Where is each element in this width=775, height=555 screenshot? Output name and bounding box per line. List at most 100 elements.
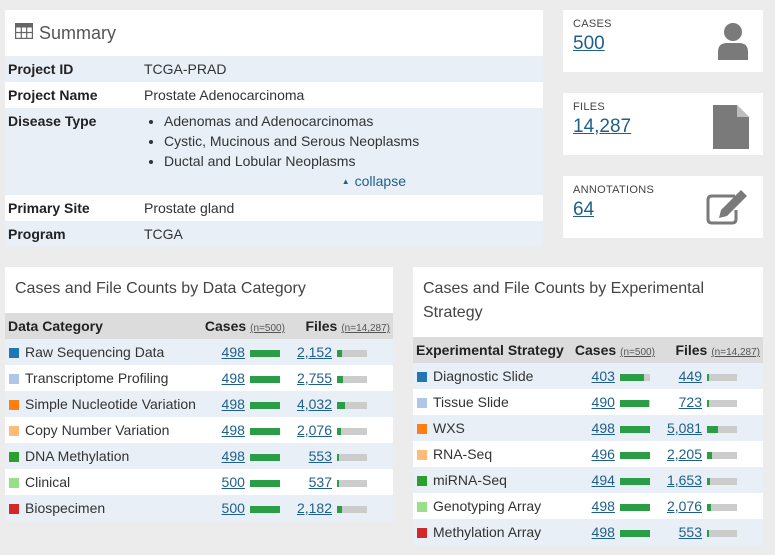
col-cases[interactable]: Cases (n=500)	[567, 337, 660, 363]
files-link[interactable]: 449	[679, 368, 702, 384]
files-bar-cell	[337, 417, 393, 443]
cases-bar-cell	[619, 467, 660, 493]
cases-bar-cell	[249, 391, 290, 417]
files-bar	[337, 427, 367, 435]
table-row: WXS 498 5,081	[413, 415, 763, 441]
data-category-table: Data Category Cases (n=500) Files (n=14,28…	[5, 313, 393, 521]
color-swatch	[417, 450, 427, 460]
edit-icon	[705, 188, 749, 231]
cases-bar-fill	[619, 425, 650, 433]
cases-bar-cell	[249, 365, 290, 391]
color-swatch	[9, 400, 19, 410]
cases-link[interactable]: 494	[592, 472, 615, 488]
cases-link[interactable]: 498	[222, 448, 245, 464]
row-label: Methylation Array	[433, 524, 542, 540]
files-link[interactable]: 2,076	[667, 498, 702, 514]
col-files[interactable]: Files (n=14,287)	[659, 337, 763, 363]
table-row: Clinical 500 537	[5, 469, 393, 495]
color-swatch	[417, 528, 427, 538]
color-swatch	[417, 372, 427, 382]
cases-bar-cell	[619, 441, 660, 467]
cases-link[interactable]: 498	[592, 420, 615, 436]
files-link[interactable]: 723	[679, 394, 702, 410]
files-bar	[707, 373, 737, 381]
color-swatch	[9, 452, 19, 462]
collapse-label: collapse	[354, 173, 406, 189]
cases-link[interactable]: 498	[222, 422, 245, 438]
col-data-category[interactable]: Data Category	[5, 313, 197, 339]
col-files[interactable]: Files (n=14,287)	[289, 313, 393, 339]
disease-type-list: Adenomas and Adenocarcinomas Cystic, Muc…	[144, 111, 540, 171]
summary-title: Summary	[39, 22, 117, 43]
annotations-count-link[interactable]: 64	[573, 199, 594, 221]
experimental-strategy-title: Cases and File Counts by Experimental St…	[423, 280, 705, 321]
primary-site-label: Primary Site	[8, 200, 90, 216]
color-swatch	[9, 426, 19, 436]
cases-cell: 496	[567, 441, 620, 467]
cases-link[interactable]: 498	[222, 370, 245, 386]
color-swatch	[9, 504, 19, 514]
files-bar-cell	[337, 495, 393, 521]
cases-cell: 498	[197, 339, 250, 365]
files-link[interactable]: 2,152	[297, 344, 332, 360]
table-row: Copy Number Variation 498 2,076	[5, 417, 393, 443]
files-bar-cell	[707, 415, 763, 441]
files-count-link[interactable]: 14,287	[573, 116, 631, 138]
files-link[interactable]: 4,032	[297, 396, 332, 412]
files-link[interactable]: 537	[309, 474, 332, 490]
color-swatch	[417, 424, 427, 434]
cases-link[interactable]: 500	[222, 474, 245, 490]
cases-link[interactable]: 498	[592, 524, 615, 540]
cases-link[interactable]: 496	[592, 446, 615, 462]
files-link[interactable]: 2,205	[667, 446, 702, 462]
col-cases[interactable]: Cases (n=500)	[197, 313, 290, 339]
files-link[interactable]: 2,182	[297, 500, 332, 516]
color-swatch	[417, 476, 427, 486]
cases-bar-cell	[249, 495, 290, 521]
project-id-value: TCGA-PRAD	[144, 61, 227, 77]
cases-bar	[619, 425, 650, 433]
col-experimental-strategy[interactable]: Experimental Strategy	[413, 337, 567, 363]
files-bar-fill	[707, 503, 712, 511]
collapse-link[interactable]: ▲ collapse	[342, 173, 406, 189]
cases-count-link[interactable]: 500	[573, 33, 605, 55]
files-cell: 2,182	[289, 495, 337, 521]
files-link[interactable]: 553	[309, 448, 332, 464]
row-label-cell: Methylation Array	[413, 519, 567, 545]
data-category-title: Cases and File Counts by Data Category	[15, 280, 306, 297]
files-bar	[337, 349, 367, 357]
summary-table: Project ID TCGA-PRAD Project Name Prosta…	[5, 56, 543, 247]
cases-link[interactable]: 490	[592, 394, 615, 410]
cases-bar-cell	[249, 339, 290, 365]
cases-link[interactable]: 498	[222, 396, 245, 412]
color-swatch	[417, 502, 427, 512]
files-card: FILES 14,287	[563, 93, 763, 155]
cases-link[interactable]: 500	[222, 500, 245, 516]
files-bar-fill	[707, 477, 711, 485]
files-link[interactable]: 2,755	[297, 370, 332, 386]
cases-bar	[619, 373, 650, 381]
files-bar-cell	[337, 469, 393, 495]
row-label: Simple Nucleotide Variation	[25, 396, 196, 412]
cases-link[interactable]: 498	[592, 498, 615, 514]
cases-bar	[249, 453, 280, 461]
files-link[interactable]: 553	[679, 524, 702, 540]
row-label-cell: WXS	[413, 415, 567, 441]
files-link[interactable]: 1,653	[667, 472, 702, 488]
cases-bar-fill	[619, 399, 650, 407]
row-label: Clinical	[25, 474, 71, 490]
files-link[interactable]: 5,081	[667, 420, 702, 436]
cases-bar-cell	[619, 363, 660, 389]
cases-bar-cell	[619, 493, 660, 519]
cases-link[interactable]: 498	[222, 344, 245, 360]
cases-bar	[249, 479, 280, 487]
files-bar-fill	[337, 375, 343, 383]
row-label: RNA-Seq	[433, 446, 493, 462]
disease-type-item: Ductal and Lobular Neoplasms	[164, 151, 540, 171]
cases-bar-cell	[619, 415, 660, 441]
disease-type-item: Adenomas and Adenocarcinomas	[164, 111, 540, 131]
row-label-cell: DNA Methylation	[5, 443, 197, 469]
files-link[interactable]: 2,076	[297, 422, 332, 438]
files-bar	[707, 503, 737, 511]
cases-link[interactable]: 403	[592, 368, 615, 384]
